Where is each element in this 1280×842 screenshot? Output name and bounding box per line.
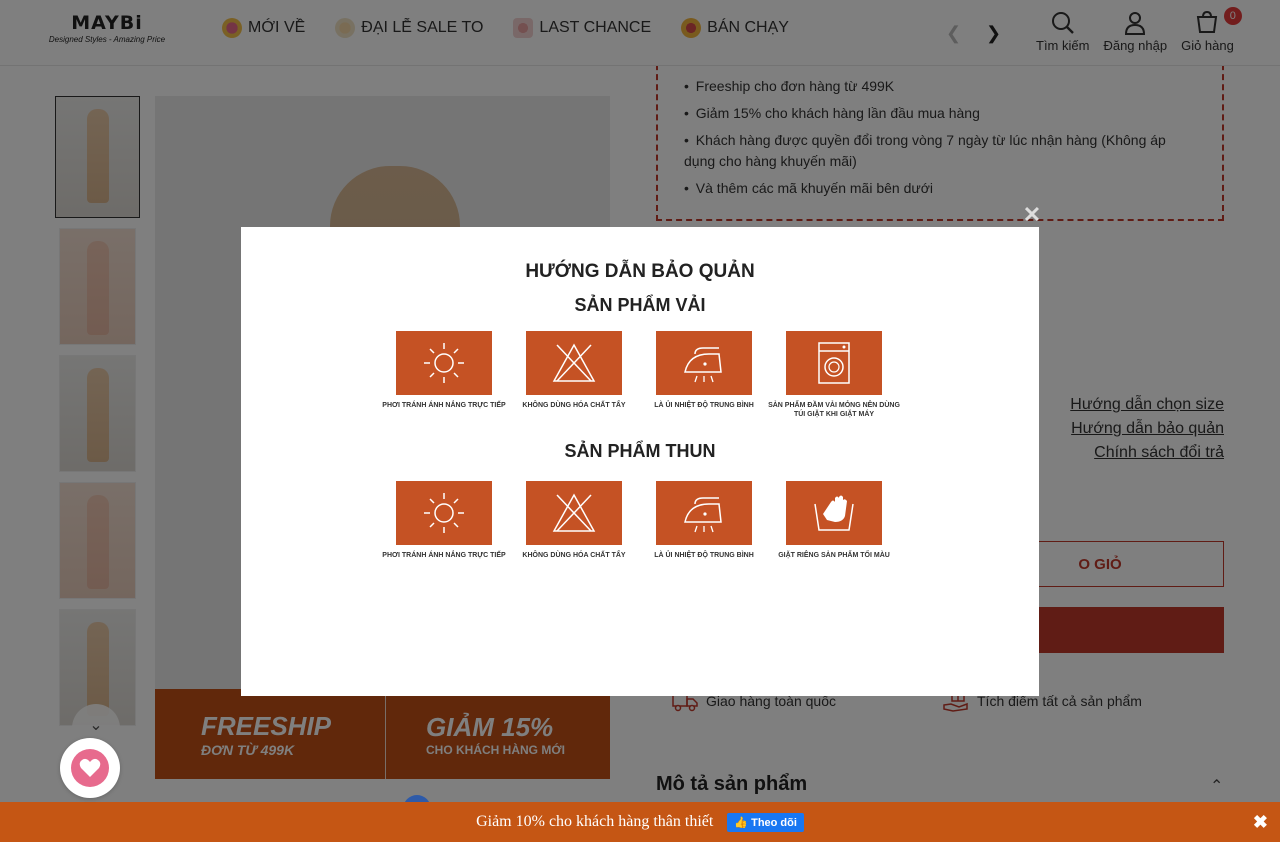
- care-caption: LÀ ỦI NHIỆT ĐỘ TRUNG BÌNH: [654, 552, 754, 559]
- close-icon[interactable]: ✖: [1253, 812, 1268, 833]
- sun-icon: [424, 343, 464, 383]
- care-item: SẢN PHẨM ĐẦM VẢI MỎNG NÊN DÙNG TÚI GIẶT …: [768, 331, 900, 419]
- care-item: LÀ ỦI NHIỆT ĐỘ TRUNG BÌNH: [654, 481, 754, 560]
- washing-machine-icon: [818, 342, 850, 384]
- follow-button[interactable]: 👍 Theo dõi: [727, 812, 804, 832]
- care-caption: KHÔNG DÙNG HÓA CHẤT TẨY: [522, 402, 626, 409]
- heart-icon: [71, 749, 109, 787]
- no-bleach-icon: [552, 493, 596, 532]
- sun-icon: [424, 493, 464, 533]
- loyalty-text: Giảm 10% cho khách hàng thân thiết: [476, 813, 714, 830]
- care-item: PHƠI TRÁNH ÁNH NẮNG TRỰC TIẾP: [382, 481, 506, 560]
- care-item: GIẶT RIÊNG SẢN PHẨM TỐI MÀU: [778, 481, 890, 560]
- iron-icon: [684, 347, 722, 383]
- hand-wash-icon: [814, 495, 854, 531]
- care-icon-box: [786, 481, 882, 545]
- loyalty-bar: Giảm 10% cho khách hàng thân thiết 👍 The…: [0, 802, 1280, 842]
- care-icon-box: [396, 481, 492, 545]
- care-icon-box: [656, 331, 752, 395]
- follow-label: Theo dõi: [751, 816, 797, 829]
- care-item: PHƠI TRÁNH ÁNH NẮNG TRỰC TIẾP: [382, 331, 506, 419]
- care-section-title: SẢN PHẨM VẢI: [574, 295, 706, 315]
- care-guide-modal: HƯỚNG DẪN BẢO QUẢN SẢN PHẨM VẢI PHƠI TRÁ…: [241, 227, 1039, 696]
- care-item: KHÔNG DÙNG HÓA CHẤT TẨY: [522, 481, 626, 560]
- care-caption: LÀ ỦI NHIỆT ĐỘ TRUNG BÌNH: [654, 402, 754, 409]
- care-caption: PHƠI TRÁNH ÁNH NẮNG TRỰC TIẾP: [382, 552, 506, 559]
- care-item: LÀ ỦI NHIỆT ĐỘ TRUNG BÌNH: [654, 331, 754, 419]
- care-row-fabric: PHƠI TRÁNH ÁNH NẮNG TRỰC TIẾP KHÔNG DÙNG…: [382, 331, 900, 419]
- care-caption: SẢN PHẨM ĐẦM VẢI MỎNG NÊN DÙNG TÚI GIẶT …: [768, 402, 900, 418]
- care-caption: GIẶT RIÊNG SẢN PHẨM TỐI MÀU: [778, 552, 890, 559]
- care-section-title: SẢN PHẨM THUN: [564, 441, 716, 461]
- care-row-knit: PHƠI TRÁNH ÁNH NẮNG TRỰC TIẾP KHÔNG DÙNG…: [382, 481, 890, 560]
- wishlist-button[interactable]: [60, 738, 120, 798]
- care-icon-box: [786, 331, 882, 395]
- care-icon-box: [526, 331, 622, 395]
- care-icon-box: [656, 481, 752, 545]
- close-icon[interactable]: ✕: [1021, 204, 1043, 226]
- care-item: KHÔNG DÙNG HÓA CHẤT TẨY: [522, 331, 626, 419]
- no-bleach-icon: [552, 343, 596, 382]
- care-icon-box: [396, 331, 492, 395]
- care-caption: PHƠI TRÁNH ÁNH NẮNG TRỰC TIẾP: [382, 402, 506, 409]
- iron-icon: [684, 497, 722, 533]
- care-icon-box: [526, 481, 622, 545]
- care-caption: KHÔNG DÙNG HÓA CHẤT TẨY: [522, 552, 626, 559]
- care-guide-title: HƯỚNG DẪN BẢO QUẢN: [525, 261, 755, 282]
